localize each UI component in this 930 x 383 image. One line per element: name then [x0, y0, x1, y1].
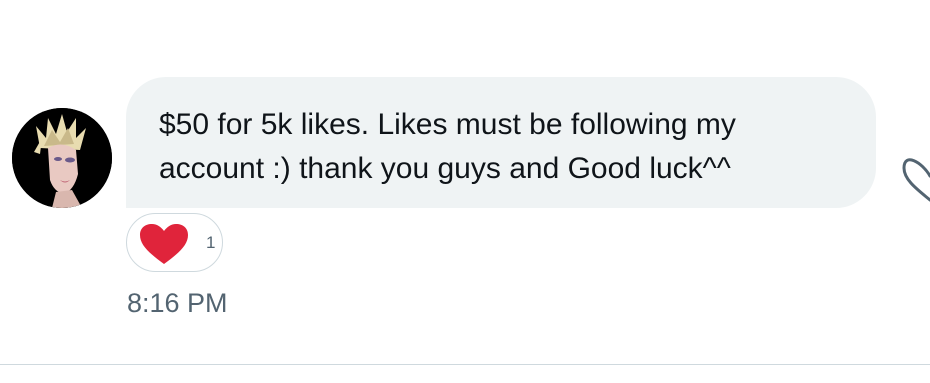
add-reaction-icon[interactable] [898, 146, 930, 211]
reaction-pill[interactable]: 1 [126, 213, 223, 272]
avatar-image [12, 108, 112, 208]
message-timestamp: 8:16 PM [127, 288, 228, 318]
divider [0, 364, 930, 365]
heart-icon [139, 223, 189, 270]
message-text-line-1: $50 for 5k likes. Likes must be followin… [159, 108, 736, 141]
avatar[interactable] [12, 108, 112, 208]
reaction-count: 1 [206, 233, 216, 252]
message-text-line-2: account :) thank you guys and Good luck^… [159, 152, 731, 185]
message-bubble[interactable]: $50 for 5k likes. Likes must be followin… [126, 77, 876, 208]
